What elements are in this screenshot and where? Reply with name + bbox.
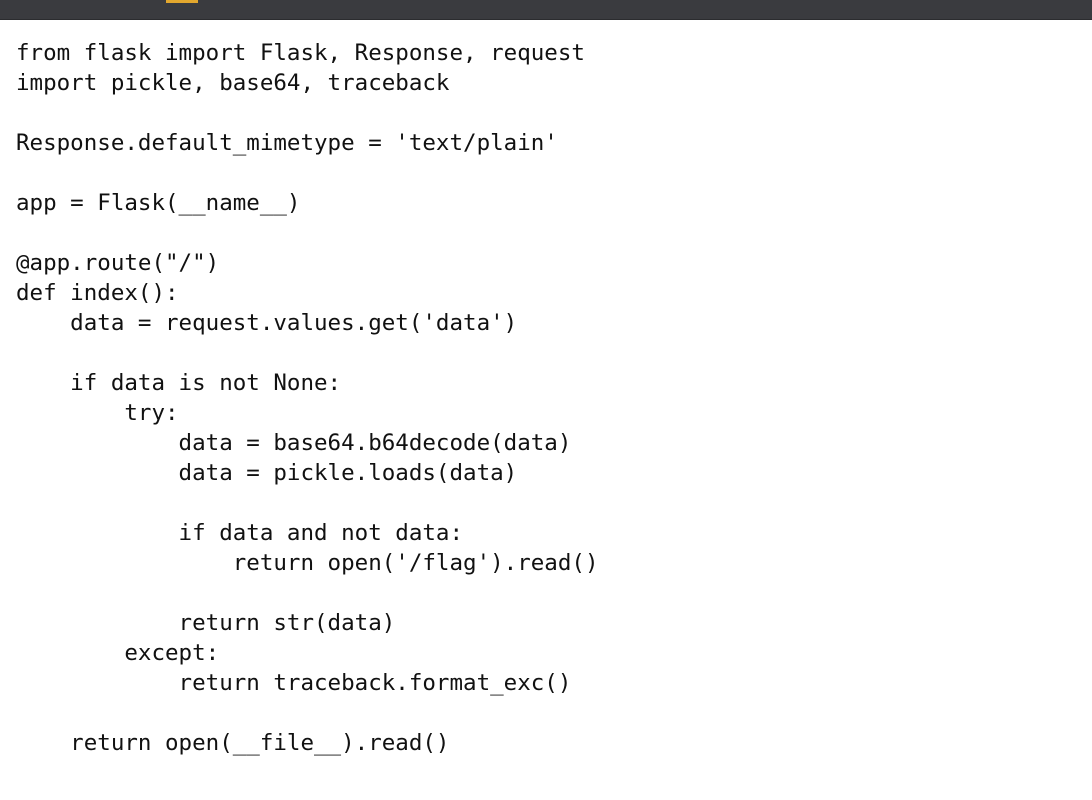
- window-top-bar: [0, 0, 1092, 20]
- code-line: @app.route("/"): [16, 250, 220, 276]
- code-line: if data is not None:: [16, 370, 342, 396]
- code-line: def index():: [16, 280, 179, 306]
- code-line: return str(data): [16, 610, 396, 636]
- code-line: return open(__file__).read(): [16, 730, 450, 756]
- code-line: if data and not data:: [16, 520, 464, 546]
- code-line: app = Flask(__name__): [16, 190, 301, 216]
- code-viewer: from flask import Flask, Response, reque…: [0, 20, 1092, 800]
- code-line: from flask import Flask, Response, reque…: [16, 40, 585, 66]
- code-line: return traceback.format_exc(): [16, 670, 572, 696]
- code-line: return open('/flag').read(): [16, 550, 599, 576]
- code-block: from flask import Flask, Response, reque…: [16, 38, 598, 758]
- code-line: Response.default_mimetype = 'text/plain': [16, 130, 558, 156]
- code-line: import pickle, base64, traceback: [16, 70, 450, 96]
- active-tab-indicator[interactable]: [166, 0, 198, 3]
- code-line: data = base64.b64decode(data): [16, 430, 572, 456]
- code-line: data = pickle.loads(data): [16, 460, 518, 486]
- code-line: except:: [16, 640, 220, 666]
- code-line: data = request.values.get('data'): [16, 310, 518, 336]
- code-line: try:: [16, 400, 179, 426]
